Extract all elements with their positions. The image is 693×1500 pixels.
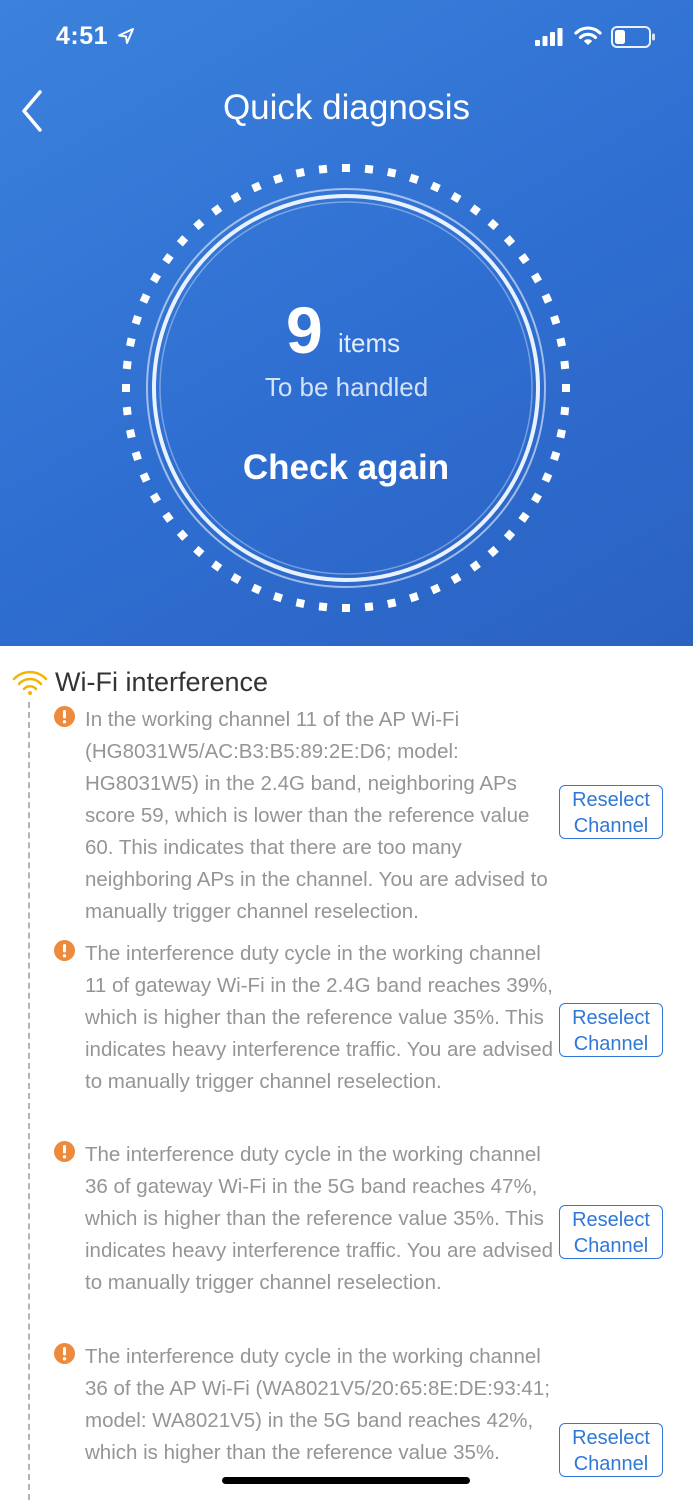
dial-dot bbox=[122, 360, 132, 370]
dial-dot bbox=[364, 164, 374, 174]
page-title: Quick diagnosis bbox=[222, 88, 471, 127]
reselect-button-label: Channel bbox=[573, 1235, 649, 1257]
reselect-channel-button[interactable]: Reselect Channel bbox=[559, 1003, 663, 1057]
dial-dot bbox=[211, 560, 223, 572]
wifi-icon bbox=[574, 26, 602, 45]
dial-dot bbox=[318, 164, 328, 174]
dial-dot bbox=[139, 293, 151, 304]
dial-dot bbox=[131, 314, 142, 326]
dial-dot bbox=[342, 164, 350, 172]
dial-dot bbox=[556, 428, 566, 439]
dial-dot bbox=[193, 218, 205, 231]
status-bar: 4:51 bbox=[0, 0, 693, 74]
signal-icon bbox=[535, 28, 563, 46]
reselect-button-label: Channel bbox=[573, 815, 649, 837]
dial-dot bbox=[193, 545, 205, 558]
dial-dot bbox=[295, 598, 306, 608]
dial-dot bbox=[503, 529, 516, 541]
dial-dot bbox=[550, 314, 561, 326]
location-arrow-icon bbox=[118, 28, 134, 44]
reselect-channel-button[interactable]: Reselect Channel bbox=[559, 785, 663, 839]
dial-dot bbox=[531, 272, 542, 284]
warning-icon bbox=[54, 940, 75, 961]
pending-caption: To be handled bbox=[264, 372, 429, 402]
dial-dot bbox=[176, 235, 189, 247]
dial-dot bbox=[251, 583, 262, 595]
issue-description: In the working channel 11 of the AP Wi-F… bbox=[85, 708, 548, 923]
dial-dot bbox=[408, 592, 420, 603]
dial-dot bbox=[122, 406, 132, 416]
dial-dot bbox=[230, 192, 242, 203]
dial-dot bbox=[251, 181, 262, 193]
reselect-button-label: Reselect bbox=[572, 789, 650, 811]
issue-description: The interference duty cycle in the worki… bbox=[85, 942, 553, 1093]
reselect-button-label: Reselect bbox=[572, 1427, 650, 1449]
dial-dot bbox=[386, 598, 397, 608]
dial-dot bbox=[162, 511, 174, 523]
dial-dot bbox=[272, 592, 284, 603]
dial-dot bbox=[139, 472, 151, 483]
reselect-button-label: Reselect bbox=[572, 1209, 650, 1231]
dial-dot bbox=[211, 204, 223, 216]
dial-dot bbox=[150, 272, 161, 284]
dial-dot bbox=[541, 293, 553, 304]
dial-dot bbox=[450, 573, 462, 584]
dial-dot bbox=[430, 181, 441, 193]
dial-dot bbox=[408, 173, 420, 184]
dial-dot bbox=[386, 168, 397, 178]
issue-description: The interference duty cycle in the worki… bbox=[85, 1345, 550, 1464]
issue-description: The interference duty cycle in the worki… bbox=[85, 1143, 553, 1294]
home-indicator bbox=[222, 1477, 470, 1484]
dial-dot bbox=[342, 604, 350, 612]
dial-dot bbox=[541, 472, 553, 483]
dial-dot bbox=[364, 602, 374, 612]
dial-dot bbox=[272, 173, 284, 184]
status-time: 4:51 bbox=[56, 22, 109, 50]
dial-dot bbox=[450, 192, 462, 203]
dial-dot bbox=[131, 450, 142, 462]
pending-count-unit: items bbox=[338, 328, 401, 358]
dial-dot bbox=[518, 253, 530, 265]
wifi-icon bbox=[12, 670, 48, 695]
check-again-button[interactable]: Check again bbox=[196, 448, 496, 488]
dial-dot bbox=[469, 560, 481, 572]
timeline-line bbox=[28, 702, 30, 1500]
battery-icon bbox=[611, 26, 655, 48]
dial-dot bbox=[469, 204, 481, 216]
dial-dot bbox=[556, 337, 566, 348]
warning-icon bbox=[54, 706, 75, 727]
reselect-button-label: Channel bbox=[573, 1453, 649, 1475]
dial-dot bbox=[550, 450, 561, 462]
dial-dot bbox=[318, 602, 328, 612]
warning-icon bbox=[54, 1141, 75, 1162]
reselect-button-label: Reselect bbox=[572, 1007, 650, 1029]
reselect-channel-button[interactable]: Reselect Channel bbox=[559, 1423, 663, 1477]
pending-count: 9 bbox=[286, 293, 323, 367]
dial-dot bbox=[518, 511, 530, 523]
dial-dot bbox=[162, 253, 174, 265]
dial-dot bbox=[150, 492, 161, 504]
dial-dot bbox=[487, 545, 499, 558]
dial-dot bbox=[531, 492, 542, 504]
dial-dot bbox=[487, 218, 499, 231]
dial-dot bbox=[560, 406, 570, 416]
warning-icon bbox=[54, 1343, 75, 1364]
dial-dot bbox=[295, 168, 306, 178]
dial-dot bbox=[560, 360, 570, 370]
dial-dot bbox=[430, 583, 441, 595]
reselect-button-label: Channel bbox=[573, 1033, 649, 1055]
dial-dot bbox=[503, 235, 516, 247]
dial-dot bbox=[126, 337, 136, 348]
reselect-channel-button[interactable]: Reselect Channel bbox=[559, 1205, 663, 1259]
dial-dot bbox=[126, 428, 136, 439]
diagnosis-header: 4:51 Quick diagnosis 9 items To be handl… bbox=[0, 0, 693, 646]
dial-dot bbox=[230, 573, 242, 584]
dial-dot bbox=[176, 529, 189, 541]
section-title: Wi-Fi interference bbox=[55, 667, 269, 697]
